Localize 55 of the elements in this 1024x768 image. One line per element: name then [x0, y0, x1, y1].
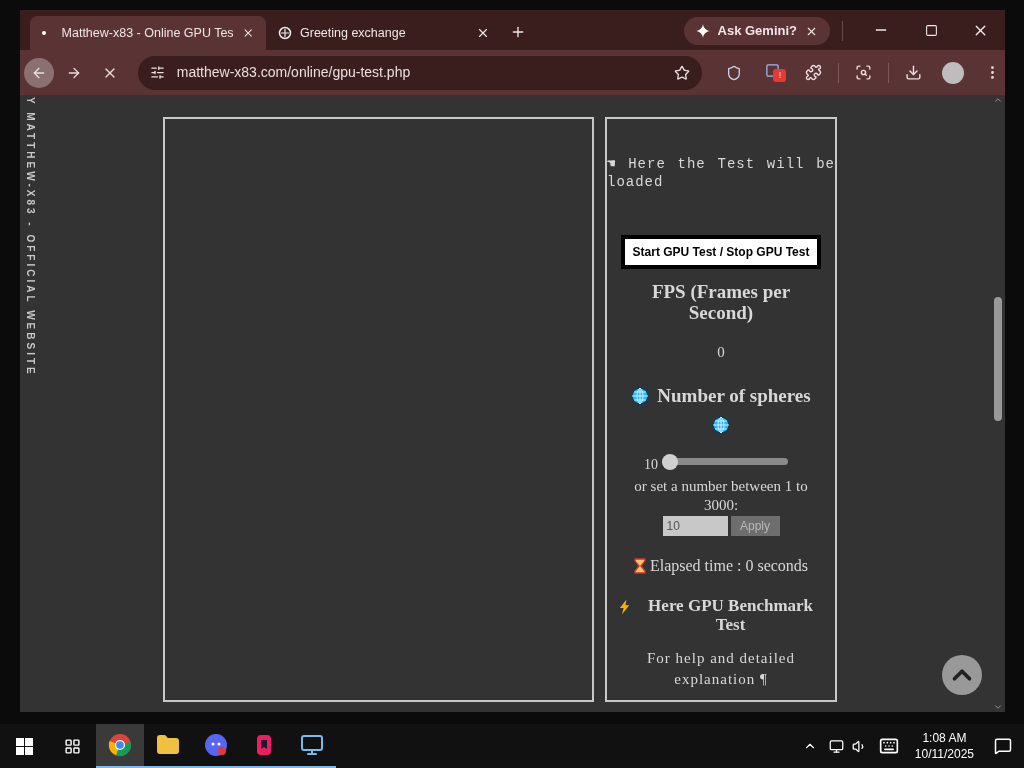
- sphere-count-field[interactable]: 10: [662, 516, 728, 536]
- tab-title: Greeting exchange: [300, 24, 407, 42]
- monitor-icon[interactable]: [300, 733, 324, 757]
- shield-icon[interactable]: [725, 64, 742, 81]
- scroll-to-top-button[interactable]: [942, 655, 982, 695]
- slider-reading: 10: [644, 456, 658, 474]
- extension-icon[interactable]: [765, 62, 781, 78]
- browser-tab[interactable]: Matthew-x83 - Online GPU Tes: [30, 16, 266, 50]
- notification-badge: !: [773, 68, 787, 82]
- benchmark-heading: Here GPU Benchmark Test: [647, 596, 815, 634]
- network-icon[interactable]: [828, 738, 844, 754]
- folder-icon[interactable]: [156, 733, 180, 757]
- scrollbar-thumb[interactable]: [993, 297, 1002, 421]
- scroll-down-icon[interactable]: [992, 702, 1003, 712]
- fps-heading: FPS (Frames per Second): [650, 281, 792, 323]
- spheres-heading: Number of spheres: [657, 383, 811, 408]
- profile-avatar[interactable]: [942, 61, 965, 84]
- clock-time: 1:08 AM: [922, 730, 967, 746]
- hourglass-icon: [633, 558, 646, 574]
- lightning-icon: [619, 599, 631, 615]
- page-search-icon[interactable]: [855, 64, 873, 81]
- address-bar[interactable]: matthew-x83.com/online/gpu-test.php: [137, 55, 702, 90]
- range-hint: or set a number between 1 to 3000:: [633, 477, 809, 515]
- taskbar-app[interactable]: [96, 724, 144, 768]
- clock-date: 10/11/2025: [914, 746, 974, 762]
- sphere-slider[interactable]: [662, 453, 788, 470]
- new-tab-icon[interactable]: [510, 24, 526, 40]
- notifications-icon[interactable]: [994, 737, 1012, 755]
- globe-icon: [712, 416, 730, 435]
- tab-title: Matthew-x83 - Online GPU Tes: [61, 24, 234, 42]
- bookmark-star-icon[interactable]: [673, 64, 690, 81]
- help-text: For help and detailed explanation ¶: [645, 649, 796, 689]
- loading-message: ☚ Here the Test will be loaded: [607, 155, 835, 191]
- task-view-icon[interactable]: [63, 737, 81, 755]
- start-stop-button[interactable]: Start GPU Test / Stop GPU Test: [620, 235, 822, 269]
- url-text: matthew-x83.com/online/gpu-test.php: [176, 63, 412, 82]
- keyboard-icon[interactable]: [878, 736, 899, 756]
- extensions-icon[interactable]: [805, 64, 823, 81]
- close-icon[interactable]: [476, 26, 490, 40]
- sparkle-icon: [695, 24, 710, 38]
- windows-start-icon[interactable]: [15, 737, 33, 755]
- chrome-icon[interactable]: [108, 733, 132, 757]
- gemini-button[interactable]: Ask Gemini?: [683, 17, 830, 45]
- download-icon[interactable]: [905, 64, 923, 81]
- elapsed-time: Elapsed time : 0 seconds: [649, 556, 809, 577]
- globe-icon: [631, 386, 650, 405]
- back-button[interactable]: [24, 57, 54, 88]
- fps-value: 0: [717, 343, 725, 362]
- site-settings-icon[interactable]: [149, 65, 165, 80]
- vertical-site-title: Y MATTHEW-X83 - OFFICIAL WEBSITE: [23, 97, 37, 379]
- scroll-up-icon[interactable]: [992, 95, 1003, 105]
- maximize-icon[interactable]: [925, 24, 938, 37]
- slider-thumb[interactable]: [662, 453, 679, 470]
- chat-app-icon[interactable]: [204, 733, 228, 757]
- browser-tab[interactable]: Greeting exchange: [266, 16, 502, 50]
